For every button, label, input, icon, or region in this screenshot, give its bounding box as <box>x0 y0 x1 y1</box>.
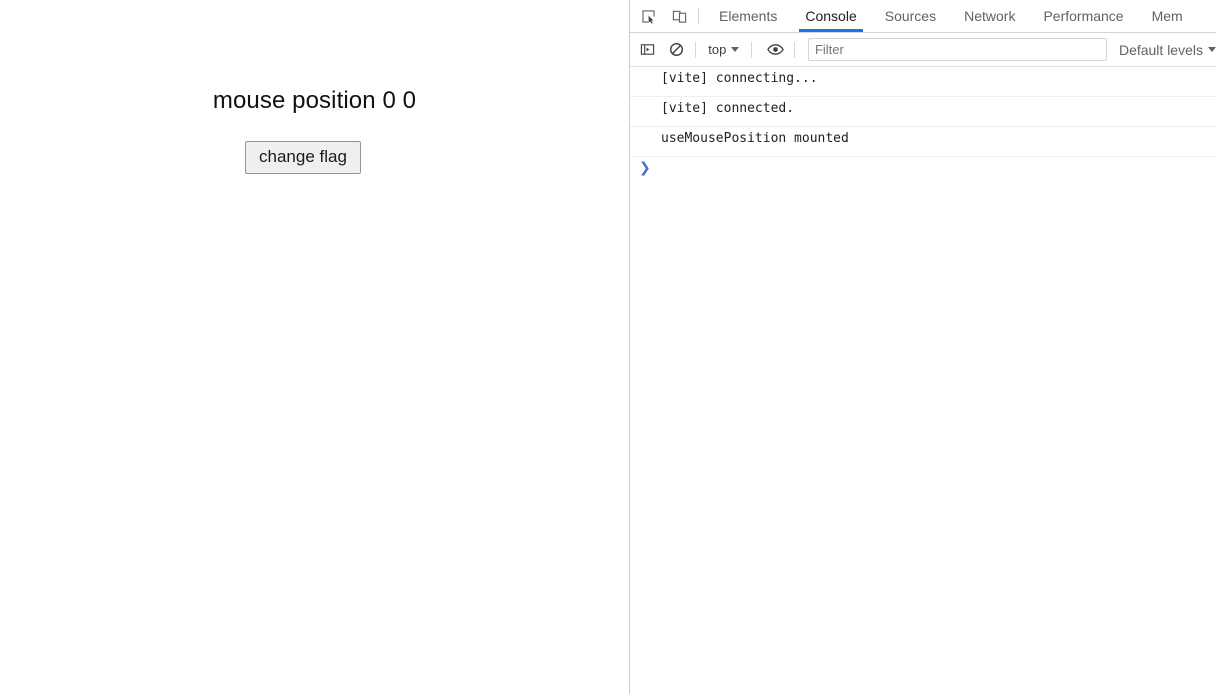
tab-sources[interactable]: Sources <box>871 1 950 32</box>
clear-console-icon[interactable] <box>665 37 690 63</box>
toolbar-separator <box>698 8 699 24</box>
device-toolbar-icon[interactable] <box>666 3 692 29</box>
toolbar-separator <box>751 41 753 58</box>
execution-context-label: top <box>708 42 727 57</box>
tab-network[interactable]: Network <box>950 1 1029 32</box>
console-message-list[interactable]: [vite] connecting... [vite] connected. u… <box>630 67 1216 695</box>
log-levels-selector[interactable]: Default levels <box>1119 42 1216 58</box>
live-expression-eye-icon[interactable] <box>763 37 788 63</box>
change-flag-button[interactable]: change flag <box>245 141 361 174</box>
prompt-chevron-icon: ❯ <box>639 160 651 176</box>
chevron-down-icon <box>731 47 740 52</box>
toolbar-separator <box>695 41 697 58</box>
log-levels-label: Default levels <box>1118 41 1203 58</box>
chevron-down-icon <box>1208 47 1216 52</box>
devtools-panel: Elements Console Sources Network Perform… <box>630 0 1216 695</box>
tab-performance[interactable]: Performance <box>1029 1 1137 32</box>
console-message: [vite] connecting... <box>630 67 1216 97</box>
tab-memory[interactable]: Mem <box>1138 1 1197 32</box>
web-page-viewport: mouse position 0 0 change flag <box>0 0 629 694</box>
console-prompt[interactable]: ❯ <box>630 157 1216 183</box>
inspect-element-icon[interactable] <box>635 3 661 29</box>
devtools-tabbar: Elements Console Sources Network Perform… <box>630 0 1216 33</box>
execution-context-selector[interactable]: top <box>702 42 745 57</box>
console-message: useMousePosition mounted <box>630 127 1216 157</box>
console-message: [vite] connected. <box>630 97 1216 127</box>
console-toolbar: top Default levels <box>630 33 1216 67</box>
tab-console[interactable]: Console <box>791 1 870 32</box>
console-filter-input[interactable] <box>807 38 1107 61</box>
mouse-position-heading: mouse position 0 0 <box>212 87 417 114</box>
toolbar-separator <box>793 41 795 58</box>
console-sidebar-icon[interactable] <box>635 37 660 63</box>
tab-elements[interactable]: Elements <box>705 1 791 32</box>
